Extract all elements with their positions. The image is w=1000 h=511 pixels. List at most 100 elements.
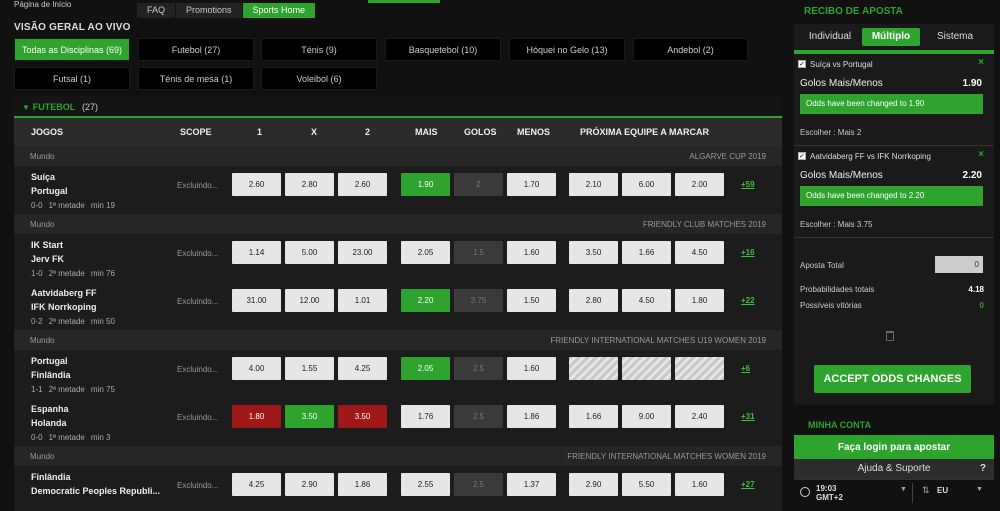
odd-next-2[interactable]: 1.80: [675, 289, 724, 312]
odd-next-x[interactable]: 4.50: [622, 289, 671, 312]
odd-next-1[interactable]: 2.10: [569, 173, 618, 196]
odd-menos[interactable]: 1.86: [507, 405, 556, 428]
odd-next-2[interactable]: 2.00: [675, 173, 724, 196]
odd-next-1[interactable]: 1.66: [569, 405, 618, 428]
odd-mais[interactable]: 1.90: [401, 173, 450, 196]
filter-futebol[interactable]: Futebol (27): [138, 38, 254, 61]
tab-multiplo[interactable]: Múltiplo: [862, 28, 920, 46]
odd-2[interactable]: 23.00: [338, 241, 387, 264]
chevron-down-icon[interactable]: ▼: [976, 486, 983, 493]
home-team[interactable]: Aatvidaberg FF: [31, 288, 97, 298]
login-button[interactable]: Faça login para apostar: [794, 437, 994, 459]
odd-1[interactable]: 4.00: [232, 357, 281, 380]
odd-next-2[interactable]: 4.50: [675, 241, 724, 264]
home-link[interactable]: Página de Início: [14, 0, 71, 9]
help-support-button[interactable]: Ajuda & Suporte ?: [794, 459, 994, 479]
away-team[interactable]: Portugal: [31, 186, 68, 196]
goals-line: 2.5: [454, 357, 503, 380]
odd-1[interactable]: 1.14: [232, 241, 281, 264]
odd-menos[interactable]: 1.60: [507, 357, 556, 380]
odd-x[interactable]: 12.00: [285, 289, 334, 312]
odds-changed-notice: Odds have been changed to 2.20: [800, 186, 983, 206]
odd-next-x[interactable]: 1.66: [622, 241, 671, 264]
odd-menos[interactable]: 1.50: [507, 289, 556, 312]
tab-sistema[interactable]: Sistema: [926, 28, 984, 46]
tab-sports-home[interactable]: Sports Home: [242, 3, 317, 18]
odd-next-1[interactable]: 3.50: [569, 241, 618, 264]
col-x: X: [311, 127, 318, 137]
accept-odds-changes-button[interactable]: ACCEPT ODDS CHANGES: [814, 365, 971, 393]
odd-x[interactable]: 2.80: [285, 173, 334, 196]
home-team[interactable]: Espanha: [31, 404, 69, 414]
odd-menos[interactable]: 1.60: [507, 241, 556, 264]
filter-tenis-de-mesa[interactable]: Ténis de mesa (1): [138, 67, 254, 90]
odd-next-x[interactable]: 9.00: [622, 405, 671, 428]
home-team[interactable]: Portugal: [31, 356, 68, 366]
match-info: 0-0 1ª metade min 3: [31, 433, 111, 442]
selection-checkbox[interactable]: ✓: [798, 152, 806, 160]
odd-menos[interactable]: 1.37: [507, 473, 556, 496]
filter-voleibol[interactable]: Voleibol (6): [261, 67, 377, 90]
odd-next-1[interactable]: 2.90: [569, 473, 618, 496]
away-team[interactable]: Jerv FK: [31, 254, 64, 264]
odd-1[interactable]: 1.80: [232, 405, 281, 428]
odd-2[interactable]: 4.25: [338, 357, 387, 380]
home-team[interactable]: Finlândia: [31, 472, 71, 482]
stake-input[interactable]: 0: [935, 256, 983, 273]
remove-selection-icon[interactable]: ×: [978, 149, 984, 160]
odd-x[interactable]: 3.50: [285, 405, 334, 428]
filter-futsal[interactable]: Futsal (1): [14, 67, 130, 90]
odd-mais[interactable]: 2.05: [401, 241, 450, 264]
odd-mais[interactable]: 2.55: [401, 473, 450, 496]
possible-wins-row: Possíveis vitórias 0: [800, 301, 984, 310]
tab-individual[interactable]: Individual: [800, 28, 860, 46]
more-markets-link[interactable]: +6: [741, 364, 750, 373]
odd-2[interactable]: 1.86: [338, 473, 387, 496]
more-markets-link[interactable]: +22: [741, 296, 755, 305]
more-markets-link[interactable]: +27: [741, 480, 755, 489]
more-markets-link[interactable]: +16: [741, 248, 755, 257]
filter-andebol[interactable]: Andebol (2): [633, 38, 748, 61]
odd-1[interactable]: 31.00: [232, 289, 281, 312]
filter-hoquei[interactable]: Hóquei no Gelo (13): [509, 38, 625, 61]
odd-x[interactable]: 1.55: [285, 357, 334, 380]
away-team[interactable]: IFK Norrkoping: [31, 302, 97, 312]
odd-x[interactable]: 2.90: [285, 473, 334, 496]
away-team[interactable]: Holanda: [31, 418, 67, 428]
odds-format-value[interactable]: EU: [937, 486, 948, 495]
tab-faq[interactable]: FAQ: [137, 3, 177, 18]
trash-icon[interactable]: [886, 331, 894, 341]
odd-mais[interactable]: 1.76: [401, 405, 450, 428]
more-markets-link[interactable]: +31: [741, 412, 755, 421]
odd-next-x[interactable]: 6.00: [622, 173, 671, 196]
category-header[interactable]: ▼ FUTEBOL (27): [14, 96, 782, 118]
odd-mais[interactable]: 2.20: [401, 289, 450, 312]
odd-2[interactable]: 1.01: [338, 289, 387, 312]
tab-promotions[interactable]: Promotions: [176, 3, 243, 18]
filter-all[interactable]: Todas as Disciplinas (69): [14, 38, 130, 61]
more-markets-link[interactable]: +59: [741, 180, 755, 189]
selection-checkbox[interactable]: ✓: [798, 60, 806, 68]
away-team[interactable]: Finlândia: [31, 370, 71, 380]
odd-1[interactable]: 4.25: [232, 473, 281, 496]
home-team[interactable]: IK Start: [31, 240, 63, 250]
odd-mais[interactable]: 2.05: [401, 357, 450, 380]
odd-x[interactable]: 5.00: [285, 241, 334, 264]
odd-next-1[interactable]: 2.80: [569, 289, 618, 312]
odd-2[interactable]: 2.60: [338, 173, 387, 196]
filter-tenis[interactable]: Ténis (9): [261, 38, 377, 61]
odd-2[interactable]: 3.50: [338, 405, 387, 428]
odd-1[interactable]: 2.60: [232, 173, 281, 196]
home-team[interactable]: Suíça: [31, 172, 55, 182]
chevron-down-icon[interactable]: ▼: [900, 486, 907, 493]
odd-next-2[interactable]: 2.40: [675, 405, 724, 428]
odd-next-x[interactable]: 5.50: [622, 473, 671, 496]
scope-label: Excluindo...: [177, 413, 219, 422]
odd-next-2[interactable]: 1.60: [675, 473, 724, 496]
odd-menos[interactable]: 1.70: [507, 173, 556, 196]
remove-selection-icon[interactable]: ×: [978, 57, 984, 68]
filter-basquetebol[interactable]: Basquetebol (10): [385, 38, 501, 61]
league-region: Mundo: [30, 336, 55, 345]
away-team[interactable]: Democratic Peoples Republi...: [31, 486, 160, 496]
time-display[interactable]: 19:03 GMT+2: [816, 484, 843, 502]
